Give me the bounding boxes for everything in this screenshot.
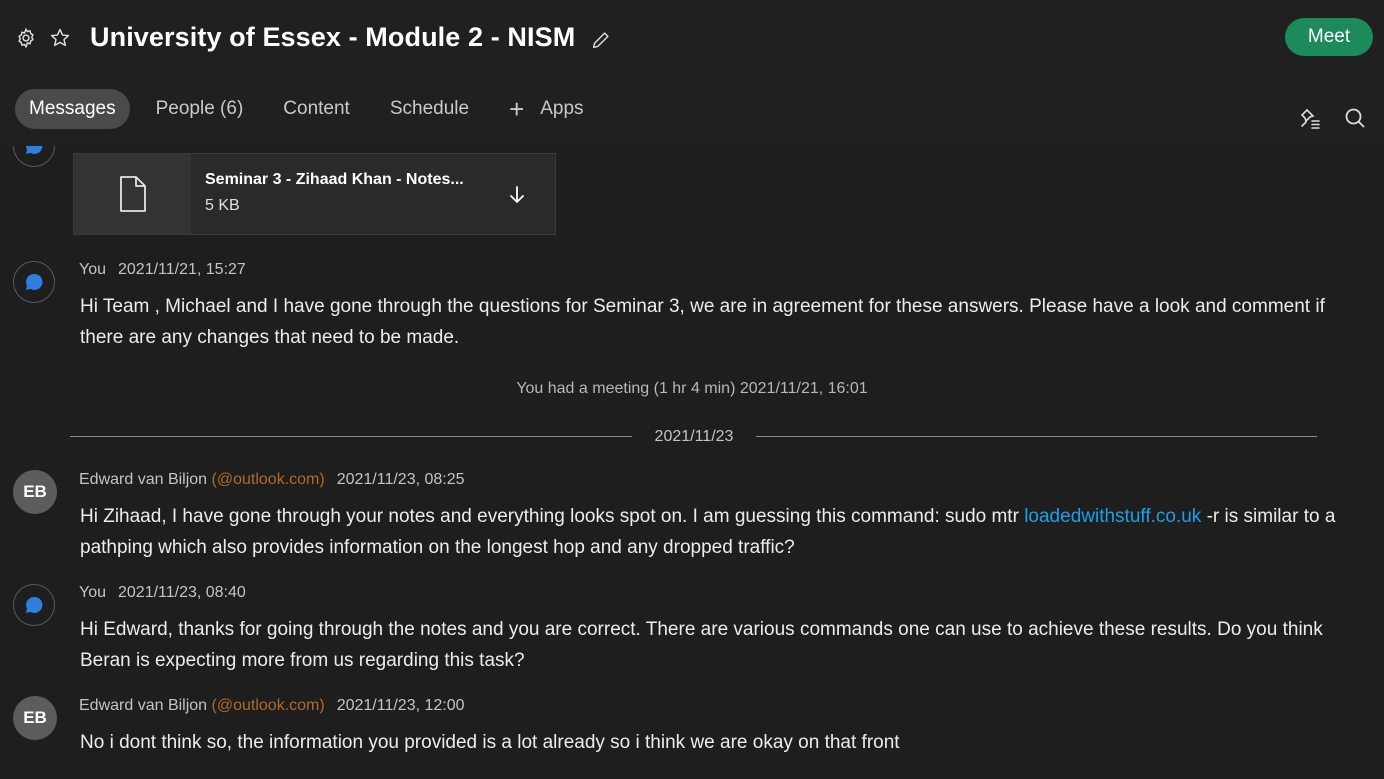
download-arrow-icon[interactable] xyxy=(507,183,527,207)
message-body: No i dont think so, the information you … xyxy=(80,732,900,753)
message-meta: Edward van Biljon (@outlook.com) 2021/11/… xyxy=(79,697,465,715)
tab-apps[interactable]: + Apps xyxy=(495,89,598,129)
message-body: Hi Team , Michael and I have gone throug… xyxy=(80,296,1325,348)
meet-button[interactable]: Meet xyxy=(1285,18,1373,56)
avatar[interactable]: EB xyxy=(13,696,57,740)
message-body: Hi Edward, thanks for going through the … xyxy=(80,619,1323,671)
space-tabs: Messages People (6) Content Schedule + A… xyxy=(15,89,610,129)
tab-schedule[interactable]: Schedule xyxy=(376,89,483,129)
message-meta: You 2021/11/23, 08:40 xyxy=(79,584,246,602)
message-author: Edward van Biljon xyxy=(79,697,208,714)
space-header: University of Essex - Module 2 - NISM Me… xyxy=(0,0,1384,146)
author-email: (@outlook.com) xyxy=(211,697,325,714)
file-thumbnail xyxy=(74,154,191,234)
date-divider-label: 2021/11/23 xyxy=(654,428,734,445)
message-author: You xyxy=(79,261,106,278)
tab-apps-label: Apps xyxy=(540,98,584,119)
edit-pencil-icon[interactable] xyxy=(589,28,613,52)
author-email: (@outlook.com) xyxy=(211,471,325,488)
chat-bubble-icon xyxy=(26,596,43,613)
tab-content[interactable]: Content xyxy=(269,89,364,129)
meeting-notice: You had a meeting (1 hr 4 min) 2021/11/2… xyxy=(516,380,868,397)
chat-bubble-icon xyxy=(26,146,43,154)
file-attachment[interactable]: Seminar 3 - Zihaad Khan - Notes... 5 KB xyxy=(73,153,556,235)
chat-bubble-icon xyxy=(26,273,43,290)
message-timestamp: 2021/11/23, 12:00 xyxy=(336,697,465,714)
tab-messages[interactable]: Messages xyxy=(15,89,130,129)
plus-icon: + xyxy=(509,94,525,124)
message-timestamp: 2021/11/23, 08:25 xyxy=(336,471,465,488)
settings-gear-icon[interactable] xyxy=(14,26,38,50)
message-author: Edward van Biljon xyxy=(79,471,208,488)
avatar xyxy=(13,261,55,303)
pinned-items-icon[interactable] xyxy=(1297,105,1323,131)
file-size: 5 KB xyxy=(205,197,240,214)
message-meta: Edward van Biljon (@outlook.com) 2021/11/… xyxy=(79,471,465,489)
document-icon xyxy=(119,176,146,212)
space-title: University of Essex - Module 2 - NISM xyxy=(90,22,576,52)
date-divider-line-right xyxy=(756,436,1317,437)
date-divider-line-left xyxy=(70,436,632,437)
message-feed[interactable]: Seminar 3 - Zihaad Khan - Notes... 5 KB … xyxy=(0,146,1384,779)
avatar[interactable]: EB xyxy=(13,470,57,514)
message-link[interactable]: loadedwithstuff.co.uk xyxy=(1024,506,1201,527)
message-body: Hi Zihaad, I have gone through your note… xyxy=(80,501,1340,563)
file-name: Seminar 3 - Zihaad Khan - Notes... xyxy=(205,171,464,188)
avatar xyxy=(13,146,55,167)
message-text: Hi Zihaad, I have gone through your note… xyxy=(80,506,1025,527)
tab-people[interactable]: People (6) xyxy=(142,89,258,129)
search-icon[interactable] xyxy=(1342,105,1368,131)
message-timestamp: 2021/11/21, 15:27 xyxy=(118,261,246,278)
message-timestamp: 2021/11/23, 08:40 xyxy=(118,584,246,601)
app-window: University of Essex - Module 2 - NISM Me… xyxy=(0,0,1384,779)
avatar xyxy=(13,584,55,626)
favorite-star-icon[interactable] xyxy=(48,26,72,50)
message-meta: You 2021/11/21, 15:27 xyxy=(79,261,246,279)
message-author: You xyxy=(79,584,106,601)
